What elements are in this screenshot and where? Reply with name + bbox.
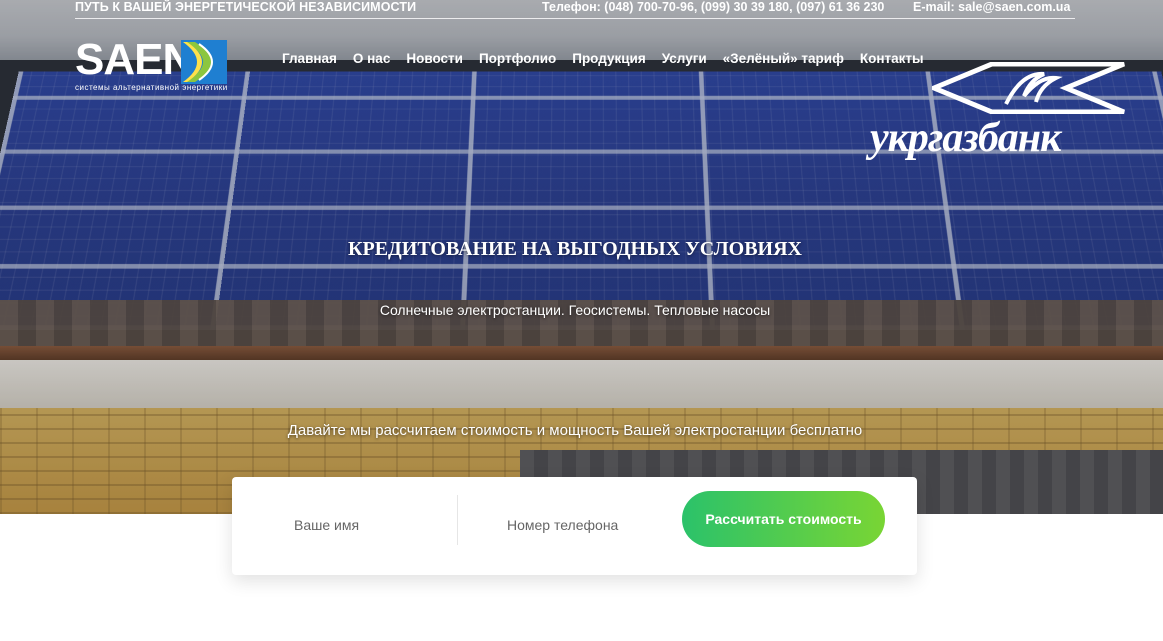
- bank-emblem-icon: [932, 62, 1125, 114]
- logo-subtitle: системы альтернативной энергетики: [75, 83, 228, 92]
- calculation-form: Рассчитать стоимость: [232, 477, 917, 575]
- email-link[interactable]: E-mail: sale@saen.com.ua: [913, 0, 1070, 14]
- tagline: ПУТЬ К ВАШЕЙ ЭНЕРГЕТИЧЕСКОЙ НЕЗАВИСИМОСТ…: [75, 0, 417, 14]
- calculate-cost-button[interactable]: Рассчитать стоимость: [682, 491, 885, 547]
- nav-item-news[interactable]: Новости: [406, 51, 463, 66]
- name-input[interactable]: [292, 499, 456, 551]
- logo-text: SAEN: [75, 35, 194, 84]
- top-info-bar: ПУТЬ К ВАШЕЙ ЭНЕРГЕТИЧЕСКОЙ НЕЗАВИСИМОСТ…: [75, 0, 1075, 19]
- site-logo[interactable]: SAEN системы альтернативной энергетики: [75, 35, 230, 94]
- phone-input[interactable]: [505, 499, 679, 551]
- hero-subheadline: Солнечные электростанции. Геосистемы. Те…: [379, 302, 771, 318]
- hero-offer-text: Давайте мы рассчитаем стоимость и мощнос…: [287, 422, 863, 439]
- hero-headline: КРЕДИТОВАНИЕ НА ВЫГОДНЫХ УСЛОВИЯХ: [347, 238, 802, 260]
- field-divider: [457, 495, 458, 545]
- nav-item-green-tariff[interactable]: «Зелёный» тариф: [723, 51, 844, 66]
- nav-item-products[interactable]: Продукция: [572, 51, 646, 66]
- nav-item-portfolio[interactable]: Портфолио: [479, 51, 556, 66]
- partner-bank-logo: укргазбанк: [870, 62, 1135, 162]
- nav-item-home[interactable]: Главная: [282, 51, 337, 66]
- nav-item-about[interactable]: О нас: [353, 51, 390, 66]
- bank-name: укргазбанк: [870, 115, 1061, 161]
- main-nav: Главная О нас Новости Портфолио Продукци…: [282, 51, 940, 66]
- phone-numbers[interactable]: Телефон: (048) 700-70-96, (099) 30 39 18…: [542, 0, 884, 14]
- nav-item-services[interactable]: Услуги: [662, 51, 707, 66]
- logo-mark-icon: [181, 40, 227, 84]
